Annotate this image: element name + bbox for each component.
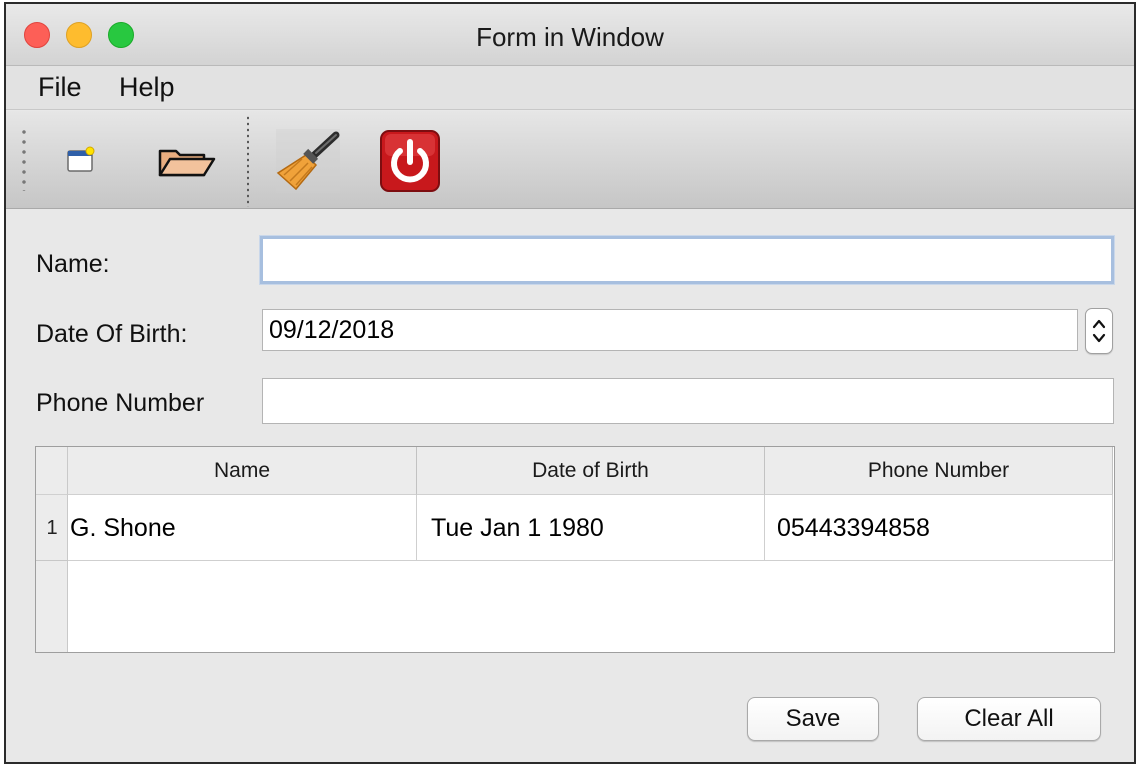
stepper-arrows-icon: [1092, 319, 1106, 343]
table-corner-button[interactable]: [36, 447, 68, 495]
column-header-phone[interactable]: Phone Number: [765, 447, 1113, 495]
toolbar: [6, 111, 1134, 209]
dob-stepper[interactable]: [1085, 308, 1113, 354]
column-header-name[interactable]: Name: [68, 447, 417, 495]
exit-button[interactable]: [378, 129, 442, 193]
menu-file[interactable]: File: [38, 72, 82, 103]
table-cell-name[interactable]: G. Shone: [68, 495, 417, 561]
save-button[interactable]: Save: [747, 697, 879, 741]
records-table[interactable]: Name Date of Birth Phone Number 1 G. Sho…: [35, 446, 1115, 653]
new-document-icon: [67, 146, 95, 172]
power-exit-icon: [380, 130, 440, 192]
row-header[interactable]: 1: [36, 495, 68, 561]
table-cell-dob[interactable]: Tue Jan 1 1980: [417, 495, 765, 561]
phone-label: Phone Number: [36, 389, 205, 417]
open-folder-icon: [158, 149, 216, 177]
title-bar[interactable]: Form in Window: [6, 4, 1134, 66]
phone-input[interactable]: [262, 378, 1114, 424]
window-title: Form in Window: [476, 22, 664, 52]
clear-all-button[interactable]: Clear All: [917, 697, 1101, 741]
table-cell-phone[interactable]: 05443394858: [765, 495, 1113, 561]
app-window: Form in Window File Help Name: Date Of B…: [4, 2, 1136, 764]
menu-bar: File Help: [6, 66, 1134, 110]
broom-clean-icon: [276, 129, 340, 193]
dob-label: Date Of Birth:: [36, 320, 188, 348]
column-header-dob[interactable]: Date of Birth: [417, 447, 765, 495]
name-input[interactable]: [260, 236, 1114, 284]
clear-button[interactable]: [276, 129, 340, 193]
toolbar-separator: [247, 115, 249, 207]
open-button[interactable]: [152, 129, 216, 193]
toolbar-grip-handle[interactable]: [22, 127, 26, 191]
new-button[interactable]: [48, 129, 112, 193]
name-label: Name:: [36, 250, 110, 278]
row-header-column: 1: [36, 495, 68, 652]
dob-input[interactable]: [262, 309, 1078, 351]
menu-help[interactable]: Help: [119, 72, 175, 103]
